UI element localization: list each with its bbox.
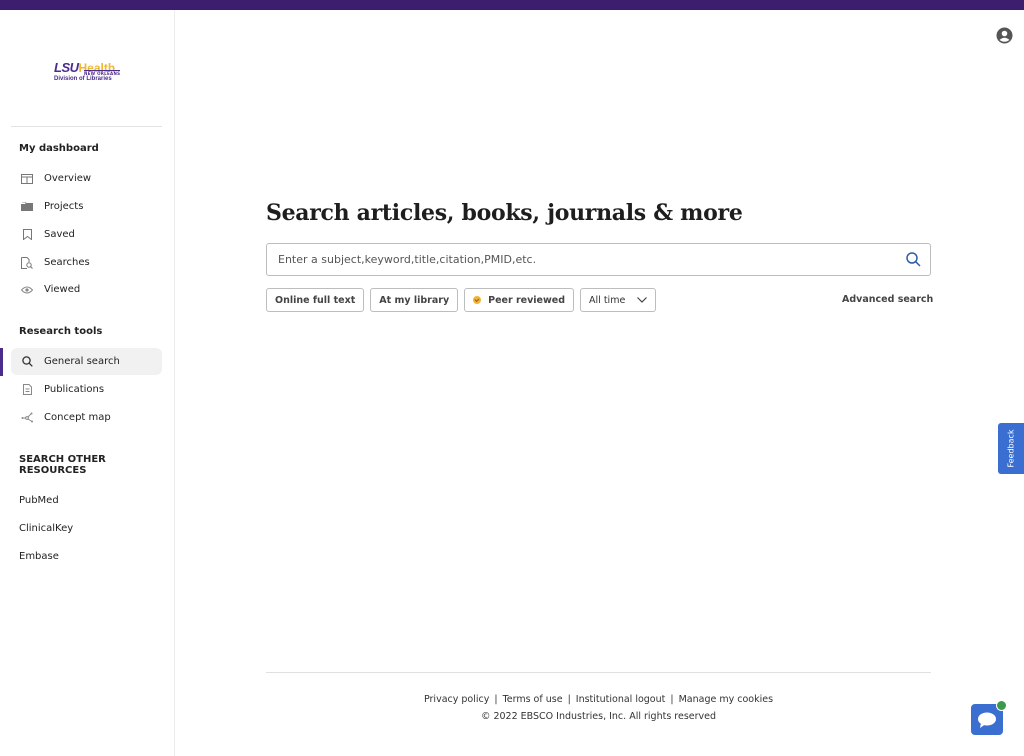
filter-label: At my library: [379, 294, 450, 306]
sidebar-item-label: Saved: [44, 229, 75, 240]
sidebar-item-projects[interactable]: Projects: [11, 193, 162, 220]
filter-peer-reviewed[interactable]: Peer reviewed: [464, 288, 575, 312]
privacy-policy-link[interactable]: Privacy policy: [424, 694, 489, 705]
lsu-health-logo[interactable]: LSUHealth NEW ORLEANS Division of Librar…: [54, 57, 124, 97]
sidebar-divider: [11, 126, 162, 127]
eye-icon: [19, 286, 35, 294]
logo-primary: LSU: [54, 60, 79, 75]
sidebar-item-publications[interactable]: Publications: [11, 376, 162, 403]
footer-links: Privacy policy | Terms of use | Institutiona…: [266, 694, 931, 705]
sidebar-item-concept-map[interactable]: Concept map: [11, 404, 162, 431]
filter-label: Online full text: [275, 294, 356, 306]
filter-at-my-library[interactable]: At my library: [370, 288, 459, 312]
dropdown-value: All time: [589, 294, 626, 306]
sidebar-item-label: Overview: [44, 173, 92, 184]
feedback-label: Feedback: [1006, 429, 1016, 468]
columns-icon: [19, 173, 35, 184]
search-icon: [905, 252, 921, 267]
search-icon: [19, 356, 35, 367]
separator: |: [670, 694, 674, 705]
page-title: Search articles, books, journals & more: [266, 200, 743, 226]
other-resources-heading: SEARCH OTHER RESOURCES: [19, 454, 106, 476]
folder-icon: [19, 201, 35, 212]
logo-subtitle: Division of Libraries: [54, 76, 112, 82]
chat-button[interactable]: [971, 700, 1007, 735]
manage-cookies-link[interactable]: Manage my cookies: [679, 694, 773, 705]
checkmark-icon: [473, 296, 482, 304]
sidebar: LSUHealth NEW ORLEANS Division of Librar…: [0, 10, 175, 756]
search-button[interactable]: [896, 244, 930, 275]
search-box: [266, 243, 931, 276]
chat-bubble-icon: [978, 712, 996, 728]
filter-online-full-text[interactable]: Online full text: [266, 288, 365, 312]
date-range-dropdown[interactable]: All time: [580, 288, 657, 312]
sidebar-item-general-search[interactable]: General search: [11, 348, 162, 375]
link-pubmed[interactable]: PubMed: [19, 495, 59, 506]
advanced-search-link[interactable]: Advanced search: [842, 294, 933, 305]
dashboard-heading: My dashboard: [19, 143, 99, 154]
sidebar-item-saved[interactable]: Saved: [11, 221, 162, 248]
top-brand-bar: [0, 0, 1024, 10]
terms-of-use-link[interactable]: Terms of use: [503, 694, 563, 705]
link-clinicalkey[interactable]: ClinicalKey: [19, 523, 73, 534]
online-status-icon: [996, 700, 1007, 711]
bookmark-icon: [19, 229, 35, 240]
sidebar-item-label: General search: [44, 356, 120, 367]
search-filters: Online full text At my library Peer revi…: [266, 288, 657, 312]
feedback-button[interactable]: Feedback: [998, 423, 1024, 474]
sidebar-item-label: Searches: [44, 257, 90, 268]
sidebar-item-label: Publications: [44, 384, 105, 395]
sidebar-item-label: Projects: [44, 201, 84, 212]
footer-divider: [266, 672, 931, 673]
search-input[interactable]: [267, 244, 896, 275]
sidebar-item-searches[interactable]: Searches: [11, 249, 162, 276]
document-icon: [19, 384, 35, 395]
separator: |: [567, 694, 571, 705]
link-embase[interactable]: Embase: [19, 551, 59, 562]
research-tools-heading: Research tools: [19, 326, 103, 337]
copyright: © 2022 EBSCO Industries, Inc. All rights…: [480, 711, 717, 722]
sidebar-item-overview[interactable]: Overview: [11, 165, 162, 192]
sidebar-item-label: Concept map: [44, 412, 111, 423]
user-account-icon[interactable]: [996, 27, 1013, 44]
separator: |: [494, 694, 498, 705]
chevron-down-icon: [637, 295, 648, 306]
concept-map-icon: [19, 412, 35, 423]
active-indicator: [0, 348, 3, 376]
filter-label: Peer reviewed: [488, 294, 566, 306]
sidebar-item-viewed[interactable]: Viewed: [11, 276, 162, 303]
institutional-logout-link[interactable]: Institutional logout: [576, 694, 666, 705]
search-document-icon: [19, 256, 35, 269]
sidebar-item-label: Viewed: [44, 284, 81, 295]
